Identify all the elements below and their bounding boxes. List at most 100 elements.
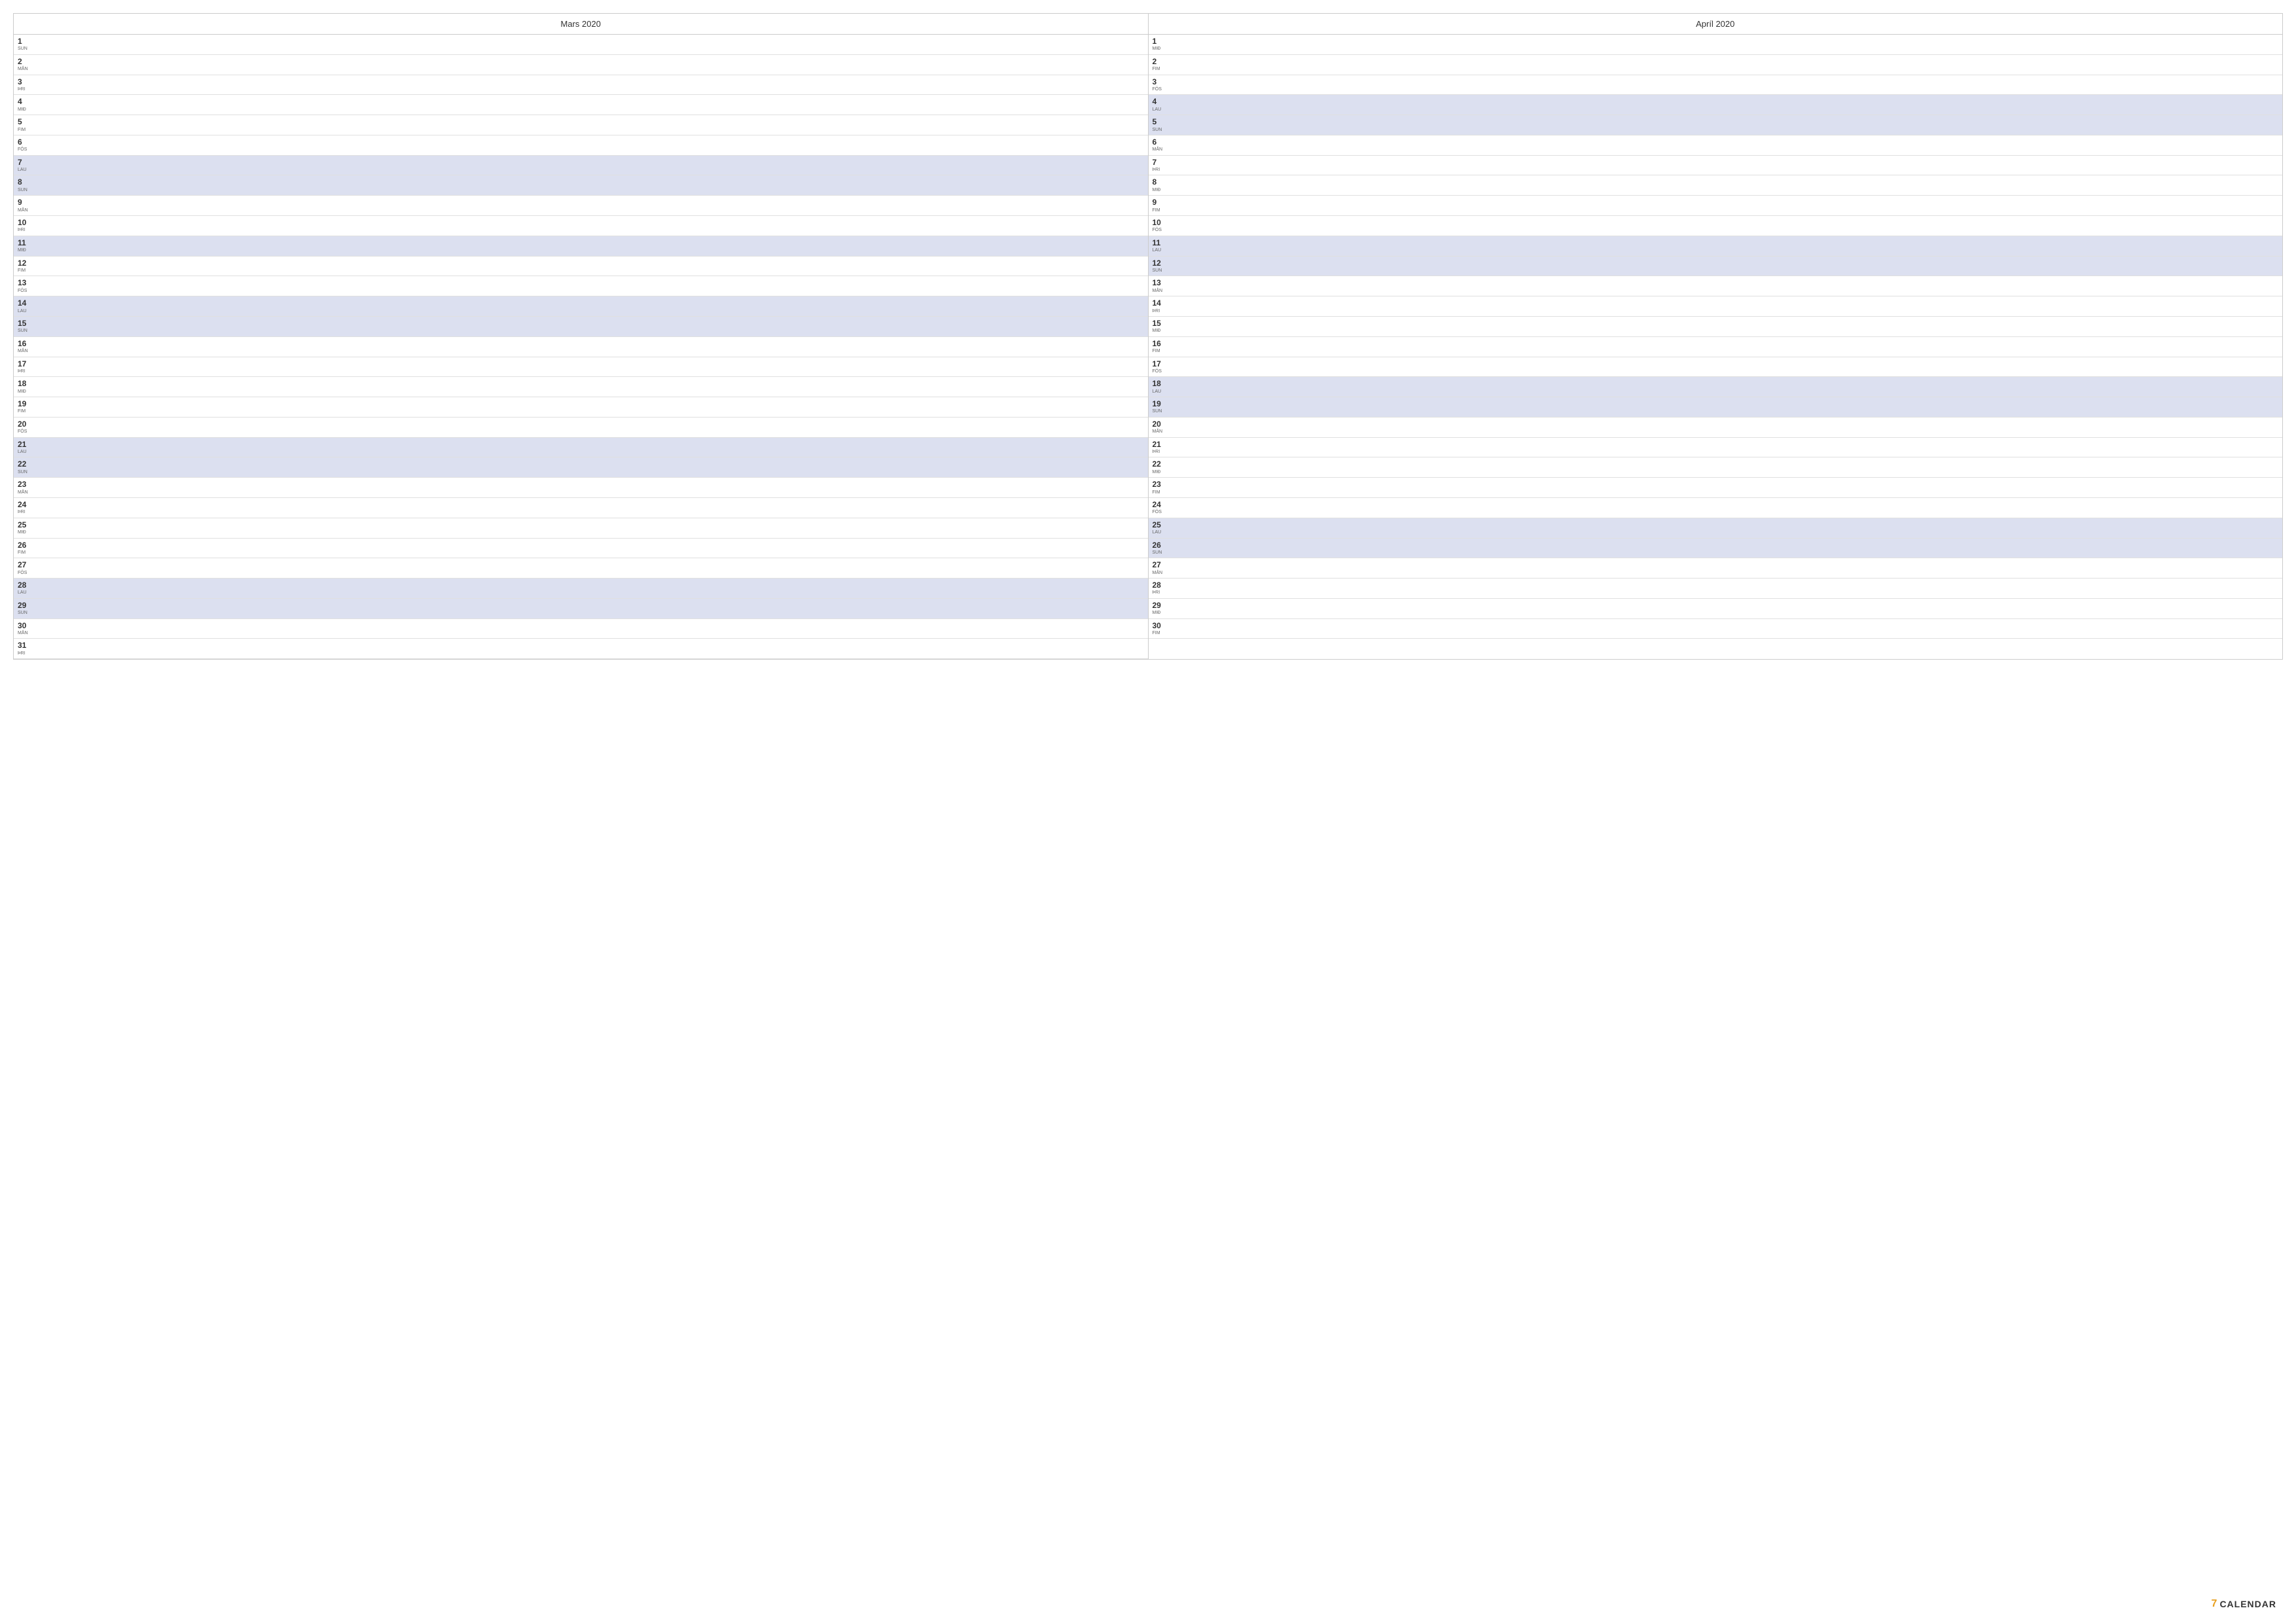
day-row[interactable]: 10FÖS bbox=[1149, 216, 2283, 236]
day-row[interactable]: 21ÞRI bbox=[1149, 438, 2283, 458]
day-row[interactable]: 8SUN bbox=[14, 175, 1148, 196]
day-info: 3ÞRI bbox=[18, 77, 31, 93]
day-label: MIÐ bbox=[18, 530, 31, 535]
day-label: SUN bbox=[18, 188, 31, 193]
day-row[interactable]: 28ÞRI bbox=[1149, 579, 2283, 599]
day-info: 25LAU bbox=[1153, 520, 1166, 536]
day-info: 29MIÐ bbox=[1153, 601, 1166, 616]
day-row[interactable]: 15SUN bbox=[14, 317, 1148, 337]
day-row[interactable]: 23FIM bbox=[1149, 478, 2283, 498]
day-row[interactable]: 19SUN bbox=[1149, 397, 2283, 418]
day-row[interactable]: 10ÞRI bbox=[14, 216, 1148, 236]
day-row[interactable]: 2FIM bbox=[1149, 55, 2283, 75]
day-row[interactable]: 30MÅN bbox=[14, 619, 1148, 639]
day-info: 30FIM bbox=[1153, 621, 1166, 637]
day-label: LAU bbox=[18, 590, 31, 596]
day-row[interactable]: 7ÞRI bbox=[1149, 156, 2283, 176]
day-info: 25MIÐ bbox=[18, 520, 31, 536]
day-info: 26FIM bbox=[18, 541, 31, 556]
day-number: 18 bbox=[1153, 379, 1166, 388]
day-row[interactable]: 13MÅN bbox=[1149, 276, 2283, 296]
day-info: 9FIM bbox=[1153, 198, 1166, 213]
day-row[interactable]: 9MÅN bbox=[14, 196, 1148, 216]
day-label: ÞRI bbox=[1153, 309, 1166, 314]
day-row[interactable]: 16MÅN bbox=[14, 337, 1148, 357]
day-row[interactable]: 28LAU bbox=[14, 579, 1148, 599]
day-row[interactable]: 12SUN bbox=[1149, 257, 2283, 277]
day-row[interactable]: 12FIM bbox=[14, 257, 1148, 277]
day-row[interactable]: 20FÖS bbox=[14, 418, 1148, 438]
day-row[interactable]: 25LAU bbox=[1149, 518, 2283, 539]
day-label: FÖS bbox=[18, 429, 31, 435]
day-number: 20 bbox=[1153, 419, 1166, 429]
calendar-grid: Mars 20201SUN2MÅN3ÞRI4MIÐ5FIM6FÖS7LAU8SU… bbox=[13, 13, 2283, 660]
day-info: 4MIÐ bbox=[18, 97, 31, 113]
day-info: 22MIÐ bbox=[1153, 459, 1166, 475]
day-row[interactable]: 30FIM bbox=[1149, 619, 2283, 639]
day-row[interactable]: 25MIÐ bbox=[14, 518, 1148, 539]
day-row[interactable]: 1SUN bbox=[14, 35, 1148, 55]
day-number: 25 bbox=[1153, 520, 1166, 529]
day-number: 8 bbox=[1153, 177, 1166, 187]
day-row[interactable]: 6MÅN bbox=[1149, 135, 2283, 156]
day-row[interactable]: 17FÖS bbox=[1149, 357, 2283, 378]
day-label: LAU bbox=[1153, 389, 1166, 395]
day-number: 10 bbox=[18, 218, 31, 227]
day-label: ÞRI bbox=[18, 369, 31, 374]
day-row[interactable]: 18MIÐ bbox=[14, 377, 1148, 397]
day-row[interactable]: 13FÖS bbox=[14, 276, 1148, 296]
day-number: 29 bbox=[1153, 601, 1166, 610]
day-row[interactable]: 27FÖS bbox=[14, 558, 1148, 579]
day-row[interactable]: 22MIÐ bbox=[1149, 457, 2283, 478]
day-row[interactable]: 4LAU bbox=[1149, 95, 2283, 115]
day-label: SUN bbox=[1153, 550, 1166, 556]
day-row[interactable]: 22SUN bbox=[14, 457, 1148, 478]
day-row[interactable]: 31ÞRI bbox=[14, 639, 1148, 659]
day-row[interactable]: 27MÅN bbox=[1149, 558, 2283, 579]
day-row[interactable]: 19FIM bbox=[14, 397, 1148, 418]
day-row[interactable]: 24ÞRI bbox=[14, 498, 1148, 518]
day-row[interactable]: 16FIM bbox=[1149, 337, 2283, 357]
day-row[interactable]: 7LAU bbox=[14, 156, 1148, 176]
day-row[interactable]: 2MÅN bbox=[14, 55, 1148, 75]
day-row[interactable]: 9FIM bbox=[1149, 196, 2283, 216]
day-label: FIM bbox=[18, 550, 31, 556]
day-row[interactable]: 6FÖS bbox=[14, 135, 1148, 156]
day-row[interactable]: 5FIM bbox=[14, 115, 1148, 135]
day-label: MÅN bbox=[1153, 289, 1166, 294]
day-number: 14 bbox=[18, 298, 31, 308]
day-row[interactable]: 8MIÐ bbox=[1149, 175, 2283, 196]
day-row[interactable]: 1MIÐ bbox=[1149, 35, 2283, 55]
day-info: 24FÖS bbox=[1153, 500, 1166, 516]
day-row[interactable]: 3FÖS bbox=[1149, 75, 2283, 96]
day-row[interactable]: 11LAU bbox=[1149, 236, 2283, 257]
day-number: 9 bbox=[1153, 198, 1166, 207]
day-row[interactable]: 29MIÐ bbox=[1149, 599, 2283, 619]
day-row[interactable]: 26SUN bbox=[1149, 539, 2283, 559]
day-row[interactable]: 4MIÐ bbox=[14, 95, 1148, 115]
day-row[interactable]: 5SUN bbox=[1149, 115, 2283, 135]
day-row[interactable]: 21LAU bbox=[14, 438, 1148, 458]
day-label: FÖS bbox=[18, 147, 31, 152]
day-row[interactable]: 14ÞRI bbox=[1149, 296, 2283, 317]
day-row[interactable]: 14LAU bbox=[14, 296, 1148, 317]
day-info: 15SUN bbox=[18, 319, 31, 334]
day-row[interactable]: 24FÖS bbox=[1149, 498, 2283, 518]
day-row[interactable]: 3ÞRI bbox=[14, 75, 1148, 96]
day-row[interactable]: 15MIÐ bbox=[1149, 317, 2283, 337]
day-label: MIÐ bbox=[18, 107, 31, 113]
day-row[interactable]: 17ÞRI bbox=[14, 357, 1148, 378]
day-label: SUN bbox=[18, 611, 31, 616]
day-label: LAU bbox=[18, 450, 31, 455]
day-info: 3FÖS bbox=[1153, 77, 1166, 93]
day-number: 4 bbox=[18, 97, 31, 106]
day-row[interactable]: 11MIÐ bbox=[14, 236, 1148, 257]
day-row[interactable]: 18LAU bbox=[1149, 377, 2283, 397]
day-row[interactable]: 29SUN bbox=[14, 599, 1148, 619]
day-row[interactable]: 26FIM bbox=[14, 539, 1148, 559]
day-row[interactable]: 23MÅN bbox=[14, 478, 1148, 498]
day-number: 3 bbox=[1153, 77, 1166, 86]
day-info: 16MÅN bbox=[18, 339, 31, 355]
day-row[interactable]: 20MÅN bbox=[1149, 418, 2283, 438]
month-header-april2020: Apríl 2020 bbox=[1149, 14, 2283, 35]
